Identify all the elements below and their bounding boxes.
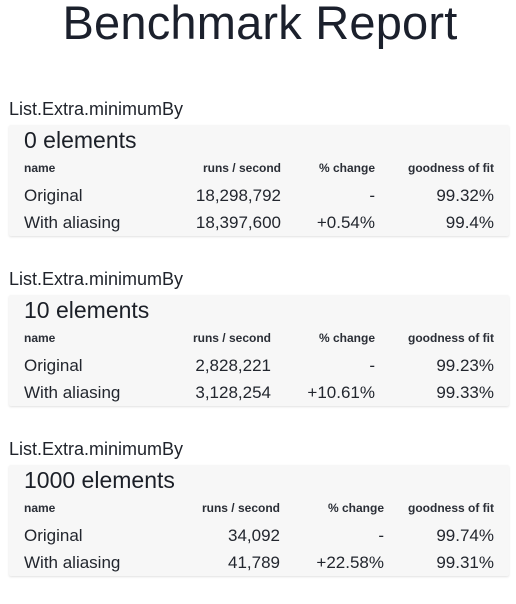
- table-row: Original 2,828,221 - 99.23%: [24, 352, 494, 379]
- row-name: With aliasing: [24, 383, 121, 402]
- row-fit: 99.4%: [445, 213, 494, 232]
- benchmark-card: 10 elements name runs / second % change …: [9, 295, 509, 406]
- column-header-change: % change: [318, 161, 375, 175]
- column-header-name: name: [24, 161, 56, 175]
- table-header-row: name runs / second % change goodness of …: [24, 501, 494, 522]
- row-fit: 99.31%: [436, 553, 494, 572]
- row-runs: 3,128,254: [195, 383, 271, 402]
- row-change: +0.54%: [316, 213, 375, 232]
- row-change: -: [378, 526, 384, 545]
- column-header-runs: runs / second: [192, 331, 271, 345]
- results-table: name runs / second % change goodness of …: [24, 501, 494, 576]
- benchmark-group: List.Extra.minimumBy 0 elements name run…: [9, 99, 509, 236]
- column-header-fit: goodness of fit: [408, 331, 494, 345]
- row-name: Original: [24, 186, 83, 205]
- table-row: With aliasing 41,789 +22.58% 99.31%: [24, 549, 494, 576]
- column-header-change: % change: [318, 331, 375, 345]
- group-label: List.Extra.minimumBy: [9, 269, 184, 289]
- benchmark-group: List.Extra.minimumBy 1000 elements name …: [9, 439, 509, 576]
- row-fit: 99.32%: [436, 186, 494, 205]
- card-heading: 0 elements: [24, 127, 137, 153]
- row-name: Original: [24, 356, 83, 375]
- row-fit: 99.23%: [436, 356, 494, 375]
- column-header-runs: runs / second: [202, 161, 281, 175]
- row-change: +22.58%: [316, 553, 384, 572]
- row-runs: 34,092: [228, 526, 280, 545]
- page-title: Benchmark Report: [62, 0, 458, 49]
- column-header-fit: goodness of fit: [408, 501, 494, 515]
- column-header-runs: runs / second: [201, 501, 280, 515]
- row-fit: 99.33%: [436, 383, 494, 402]
- row-change: -: [369, 356, 375, 375]
- benchmark-group: List.Extra.minimumBy 10 elements name ru…: [9, 269, 509, 406]
- results-table: name runs / second % change goodness of …: [24, 331, 494, 406]
- table-row: Original 34,092 - 99.74%: [24, 522, 494, 549]
- group-label: List.Extra.minimumBy: [9, 439, 184, 459]
- table-row: Original 18,298,792 - 99.32%: [24, 182, 494, 209]
- group-label: List.Extra.minimumBy: [9, 99, 184, 119]
- results-table: name runs / second % change goodness of …: [24, 161, 494, 236]
- column-header-fit: goodness of fit: [408, 161, 494, 175]
- benchmark-card: 1000 elements name runs / second % chang…: [9, 465, 509, 576]
- row-change: -: [369, 186, 375, 205]
- row-runs: 18,298,792: [195, 186, 281, 205]
- table-row: With aliasing 18,397,600 +0.54% 99.4%: [24, 209, 494, 236]
- row-change: +10.61%: [307, 383, 375, 402]
- table-row: With aliasing 3,128,254 +10.61% 99.33%: [24, 379, 494, 406]
- card-heading: 10 elements: [24, 297, 150, 323]
- benchmark-card: 0 elements name runs / second % change g…: [9, 125, 509, 236]
- row-runs: 41,789: [228, 553, 280, 572]
- column-header-name: name: [24, 331, 56, 345]
- row-runs: 18,397,600: [195, 213, 281, 232]
- row-fit: 99.74%: [436, 526, 494, 545]
- row-name: With aliasing: [24, 553, 121, 572]
- row-name: With aliasing: [24, 213, 121, 232]
- table-header-row: name runs / second % change goodness of …: [24, 331, 494, 352]
- row-name: Original: [24, 526, 83, 545]
- column-header-change: % change: [327, 501, 384, 515]
- table-header-row: name runs / second % change goodness of …: [24, 161, 494, 182]
- card-heading: 1000 elements: [24, 467, 175, 493]
- row-runs: 2,828,221: [195, 356, 271, 375]
- column-header-name: name: [24, 501, 56, 515]
